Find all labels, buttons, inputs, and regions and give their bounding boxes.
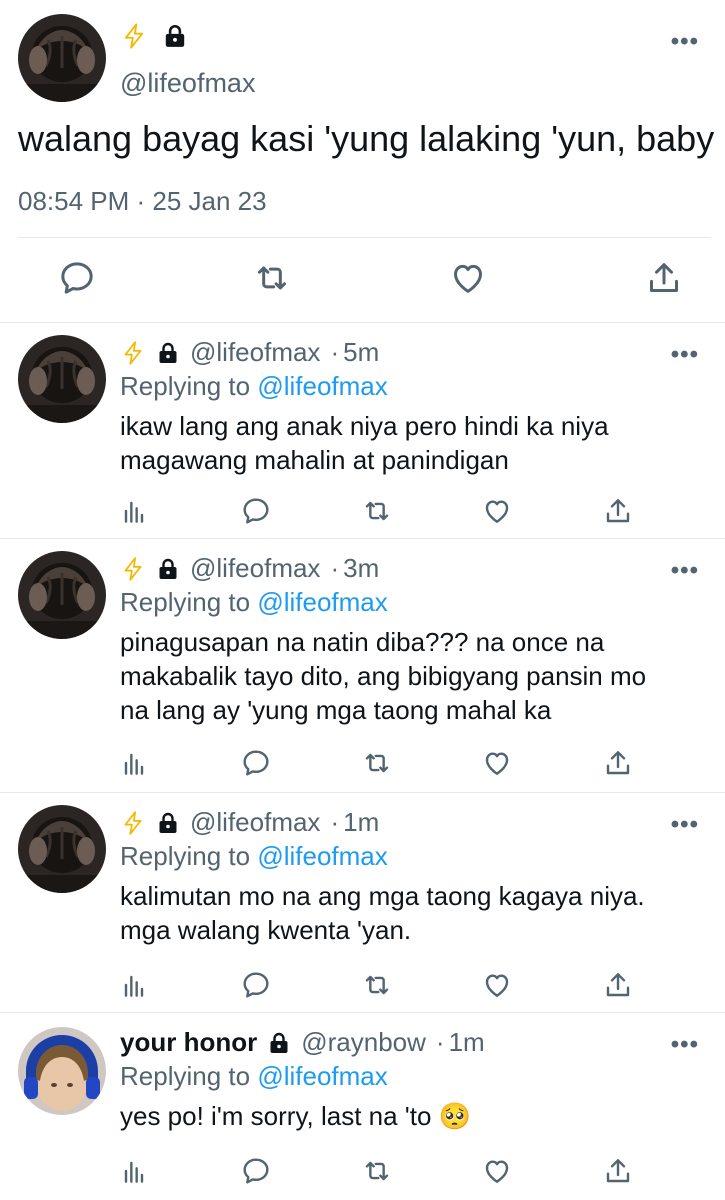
user-handle[interactable]: @lifeofmax bbox=[190, 337, 320, 368]
tweet-text-line: na lang ay 'yung mga taong mahal ka bbox=[120, 695, 552, 725]
share-icon[interactable] bbox=[602, 495, 634, 527]
replying-label: Replying to bbox=[120, 1061, 251, 1091]
replying-to: Replying to @lifeofmax bbox=[120, 371, 388, 402]
share-icon[interactable] bbox=[602, 747, 634, 779]
retweet-icon[interactable] bbox=[361, 1155, 393, 1187]
avatar[interactable] bbox=[18, 335, 106, 423]
separator: · bbox=[330, 807, 340, 837]
replying-label: Replying to bbox=[120, 841, 251, 871]
tweet-text: kalimutan mo na ang mga taong kagaya niy… bbox=[120, 879, 710, 947]
tweet-time[interactable]: 1m bbox=[449, 1027, 485, 1058]
reply-header: @lifeofmax · 1m bbox=[120, 807, 379, 838]
retweet-icon[interactable] bbox=[361, 747, 393, 779]
lightning-icon bbox=[120, 340, 146, 366]
separator: · bbox=[330, 337, 340, 367]
lightning-icon bbox=[120, 22, 148, 50]
reply-icon[interactable] bbox=[57, 258, 97, 298]
tweet-actions bbox=[0, 747, 725, 779]
avatar[interactable] bbox=[18, 805, 106, 893]
share-icon[interactable] bbox=[602, 969, 634, 1001]
tweet-text: yes po! i'm sorry, last na 'to 🥺 bbox=[120, 1099, 710, 1133]
tweet-actions bbox=[0, 258, 725, 298]
tweet-text-line: magawang mahalin at panindigan bbox=[120, 445, 509, 475]
tweet-text-line: pinagusapan na natin diba??? na once na bbox=[120, 627, 605, 657]
like-icon[interactable] bbox=[481, 747, 513, 779]
retweet-icon[interactable] bbox=[252, 258, 292, 298]
lock-icon bbox=[267, 1031, 291, 1055]
replying-to: Replying to @lifeofmax bbox=[120, 841, 388, 872]
like-icon[interactable] bbox=[481, 495, 513, 527]
more-icon[interactable]: ••• bbox=[671, 811, 699, 839]
more-icon[interactable]: ••• bbox=[671, 341, 699, 369]
display-name[interactable]: your honor bbox=[120, 1027, 257, 1058]
lightning-icon bbox=[120, 810, 146, 836]
user-handle[interactable]: @raynbow bbox=[301, 1027, 426, 1058]
main-tweet: @lifeofmax ••• walang bayag kasi 'yung l… bbox=[0, 0, 725, 322]
tweet-time[interactable]: 3m bbox=[343, 553, 379, 584]
replying-to: Replying to @lifeofmax bbox=[120, 587, 388, 618]
replying-to-link[interactable]: @lifeofmax bbox=[257, 587, 387, 617]
tweet-time[interactable]: 1m bbox=[343, 807, 379, 838]
tweet-text-line: mga walang kwenta 'yan. bbox=[120, 915, 412, 945]
avatar[interactable] bbox=[18, 551, 106, 639]
reply-header: your honor @raynbow · 1m bbox=[120, 1027, 485, 1058]
tweet-actions bbox=[0, 1155, 725, 1187]
replying-to-link[interactable]: @lifeofmax bbox=[257, 841, 387, 871]
reply-tweet[interactable]: your honor @raynbow · 1m ••• Replying to… bbox=[0, 1012, 725, 1200]
like-icon[interactable] bbox=[481, 969, 513, 1001]
tweet-text: pinagusapan na natin diba??? na once na … bbox=[120, 625, 710, 727]
analytics-icon[interactable] bbox=[118, 747, 150, 779]
replying-to: Replying to @lifeofmax bbox=[120, 1061, 388, 1092]
reply-tweet[interactable]: @lifeofmax · 1m ••• Replying to @lifeofm… bbox=[0, 792, 725, 1012]
tweet-text-line: yes po! i'm sorry, last na 'to 🥺 bbox=[120, 1101, 472, 1131]
reply-icon[interactable] bbox=[240, 1155, 272, 1187]
separator: · bbox=[435, 1027, 445, 1057]
analytics-icon[interactable] bbox=[118, 1155, 150, 1187]
reply-icon[interactable] bbox=[240, 969, 272, 1001]
reply-tweet[interactable]: @lifeofmax · 3m ••• Replying to @lifeofm… bbox=[0, 538, 725, 792]
user-badges bbox=[120, 22, 188, 50]
more-icon[interactable]: ••• bbox=[671, 557, 699, 585]
tweet-text: walang bayag kasi 'yung lalaking 'yun, b… bbox=[18, 118, 715, 159]
tweet-time[interactable]: 5m bbox=[343, 337, 379, 368]
retweet-icon[interactable] bbox=[361, 495, 393, 527]
analytics-icon[interactable] bbox=[118, 969, 150, 1001]
like-icon[interactable] bbox=[448, 258, 488, 298]
lock-icon bbox=[156, 811, 180, 835]
retweet-icon[interactable] bbox=[361, 969, 393, 1001]
replying-to-link[interactable]: @lifeofmax bbox=[257, 371, 387, 401]
tweet-actions bbox=[0, 495, 725, 527]
analytics-icon[interactable] bbox=[118, 495, 150, 527]
separator: · bbox=[330, 553, 340, 583]
more-icon[interactable]: ••• bbox=[671, 28, 699, 56]
tweet-text-line: kalimutan mo na ang mga taong kagaya niy… bbox=[120, 881, 645, 911]
reply-icon[interactable] bbox=[240, 495, 272, 527]
replying-to-link[interactable]: @lifeofmax bbox=[257, 1061, 387, 1091]
reply-tweet[interactable]: @lifeofmax · 5m ••• Replying to @lifeofm… bbox=[0, 322, 725, 538]
reply-header: @lifeofmax · 5m bbox=[120, 337, 379, 368]
tweet-actions bbox=[0, 969, 725, 1001]
reply-icon[interactable] bbox=[240, 747, 272, 779]
more-icon[interactable]: ••• bbox=[671, 1031, 699, 1059]
lock-icon bbox=[156, 557, 180, 581]
tweet-text: ikaw lang ang anak niya pero hindi ka ni… bbox=[120, 409, 710, 477]
lock-icon bbox=[162, 23, 188, 49]
replying-label: Replying to bbox=[120, 587, 251, 617]
divider bbox=[18, 237, 711, 238]
user-handle[interactable]: @lifeofmax bbox=[190, 553, 320, 584]
lightning-icon bbox=[120, 556, 146, 582]
avatar[interactable] bbox=[18, 14, 106, 102]
tweet-text-line: ikaw lang ang anak niya pero hindi ka ni… bbox=[120, 411, 609, 441]
tweet-timestamp[interactable]: 08:54 PM · 25 Jan 23 bbox=[18, 186, 267, 217]
user-handle[interactable]: @lifeofmax bbox=[190, 807, 320, 838]
share-icon[interactable] bbox=[644, 258, 684, 298]
share-icon[interactable] bbox=[602, 1155, 634, 1187]
user-handle[interactable]: @lifeofmax bbox=[120, 68, 255, 99]
avatar[interactable] bbox=[18, 1027, 106, 1115]
reply-header: @lifeofmax · 3m bbox=[120, 553, 379, 584]
like-icon[interactable] bbox=[481, 1155, 513, 1187]
lock-icon bbox=[156, 341, 180, 365]
tweet-text-line: makabalik tayo dito, ang bibigyang pansi… bbox=[120, 661, 647, 691]
replying-label: Replying to bbox=[120, 371, 251, 401]
